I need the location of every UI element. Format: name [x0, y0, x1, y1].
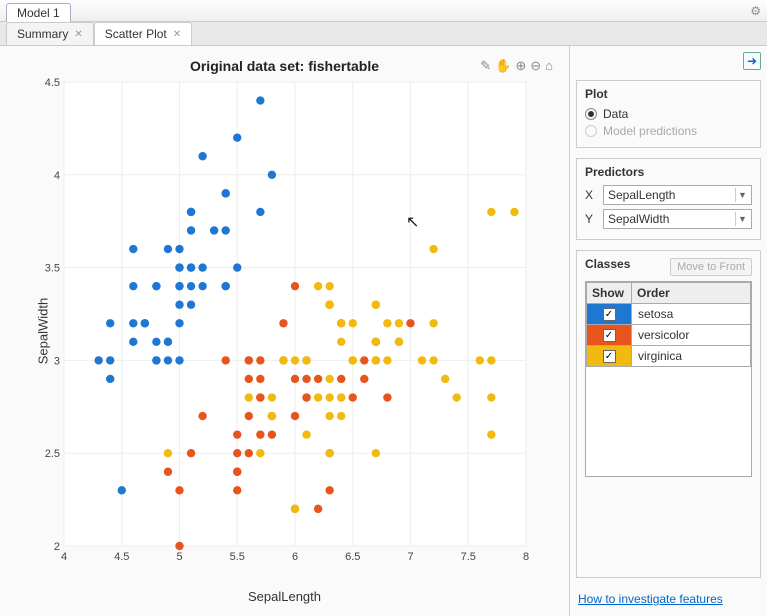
- checkbox[interactable]: ✓: [603, 329, 616, 342]
- y-predictor-row: Y SepalWidth ▼: [585, 209, 752, 229]
- tab-scatter-plot[interactable]: Scatter Plot ✕: [94, 22, 192, 45]
- tab-summary[interactable]: Summary ✕: [6, 22, 94, 45]
- home-icon[interactable]: ⌂: [545, 58, 553, 74]
- radio-label: Model predictions: [603, 124, 697, 138]
- y-select[interactable]: SepalWidth ▼: [603, 209, 752, 229]
- svg-text:6: 6: [292, 551, 298, 563]
- brush-icon[interactable]: ✎: [480, 58, 491, 74]
- svg-text:2.5: 2.5: [45, 448, 60, 460]
- classes-panel: Classes Move to Front Show Order ✓ setosa…: [576, 250, 761, 578]
- chart-toolbar: ✎ ✋ ⊕ ⊖ ⌂: [480, 58, 553, 74]
- svg-text:4: 4: [61, 551, 67, 563]
- classes-heading: Classes: [585, 257, 630, 271]
- zoom-in-icon[interactable]: ⊕: [515, 58, 526, 74]
- svg-text:4: 4: [54, 170, 60, 182]
- svg-text:4.5: 4.5: [114, 551, 129, 563]
- th-order: Order: [632, 283, 751, 304]
- svg-text:2: 2: [54, 541, 60, 553]
- tab-label: Summary: [17, 27, 68, 41]
- class-row[interactable]: ✓ setosa: [587, 304, 751, 325]
- predictors-heading: Predictors: [585, 165, 752, 179]
- x-predictor-row: X SepalLength ▼: [585, 185, 752, 205]
- svg-text:7: 7: [407, 551, 413, 563]
- side-top: ➜: [576, 52, 761, 70]
- select-value: SepalLength: [608, 188, 675, 202]
- select-value: SepalWidth: [608, 212, 669, 226]
- tab-label: Scatter Plot: [105, 27, 167, 41]
- side-panel: ➜ Plot Data Model predictions Predictors…: [569, 46, 767, 616]
- plot-options-panel: Plot Data Model predictions: [576, 80, 761, 148]
- class-name: virginica: [632, 346, 751, 367]
- close-icon[interactable]: ✕: [74, 29, 82, 40]
- radio-icon: [585, 108, 597, 120]
- title-bar: Model 1 ⚙: [0, 0, 767, 22]
- svg-text:5: 5: [176, 551, 182, 563]
- svg-text:5.5: 5.5: [230, 551, 245, 563]
- y-axis-label: SepalWidth: [36, 298, 51, 364]
- x-label: X: [585, 188, 597, 202]
- radio-model-predictions: Model predictions: [585, 124, 752, 138]
- close-icon[interactable]: ✕: [173, 29, 181, 40]
- checkbox[interactable]: ✓: [603, 350, 616, 363]
- radio-label: Data: [603, 107, 628, 121]
- svg-text:6.5: 6.5: [345, 551, 360, 563]
- x-select[interactable]: SepalLength ▼: [603, 185, 752, 205]
- x-axis-label: SepalLength: [248, 589, 321, 604]
- classes-head: Classes Move to Front: [585, 257, 752, 277]
- class-swatch: ✓: [587, 346, 631, 366]
- document-tab-bar: Summary ✕ Scatter Plot ✕: [0, 22, 767, 46]
- move-to-front-button: Move to Front: [670, 258, 752, 276]
- plot-panel: Original data set: fishertable ✎ ✋ ⊕ ⊖ ⌂…: [0, 46, 569, 616]
- class-row[interactable]: ✓ versicolor: [587, 325, 751, 346]
- content-area: Original data set: fishertable ✎ ✋ ⊕ ⊖ ⌂…: [0, 46, 767, 616]
- radio-icon: [585, 125, 597, 137]
- th-show: Show: [587, 283, 632, 304]
- model-tab[interactable]: Model 1: [6, 3, 71, 22]
- chevron-down-icon: ▼: [735, 188, 749, 202]
- plot-heading: Plot: [585, 87, 752, 101]
- y-label: Y: [585, 212, 597, 226]
- gear-icon[interactable]: ⚙: [750, 4, 761, 18]
- export-icon[interactable]: ➜: [743, 52, 761, 70]
- svg-text:4.5: 4.5: [45, 77, 60, 89]
- checkbox[interactable]: ✓: [603, 308, 616, 321]
- classes-list: Show Order ✓ setosa ✓ versicolor ✓ virginica: [585, 281, 752, 477]
- class-row[interactable]: ✓ virginica: [587, 346, 751, 367]
- predictors-panel: Predictors X SepalLength ▼ Y SepalWidth …: [576, 158, 761, 240]
- class-swatch: ✓: [587, 304, 631, 324]
- svg-text:8: 8: [523, 551, 529, 563]
- chevron-down-icon: ▼: [735, 212, 749, 226]
- zoom-out-icon[interactable]: ⊖: [530, 58, 541, 74]
- scatter-axes[interactable]: 4 4.5 5 5.5 6 6.5 7 7.5 8 2 2.5 3 3.5 4 4.5: [42, 76, 532, 576]
- svg-text:7.5: 7.5: [461, 551, 476, 563]
- how-to-link[interactable]: How to investigate features: [576, 588, 761, 610]
- classes-table: Show Order ✓ setosa ✓ versicolor ✓ virginica: [586, 282, 751, 367]
- radio-data[interactable]: Data: [585, 107, 752, 121]
- pan-icon[interactable]: ✋: [495, 58, 511, 74]
- app-window: Model 1 ⚙ Summary ✕ Scatter Plot ✕ Origi…: [0, 0, 767, 616]
- class-name: versicolor: [632, 325, 751, 346]
- svg-text:3.5: 3.5: [45, 263, 60, 275]
- chart-title-row: Original data set: fishertable: [8, 58, 561, 74]
- class-name: setosa: [632, 304, 751, 325]
- plot-box: Original data set: fishertable ✎ ✋ ⊕ ⊖ ⌂…: [8, 54, 561, 608]
- class-swatch: ✓: [587, 325, 631, 345]
- svg-text:3: 3: [54, 355, 60, 367]
- chart-title: Original data set: fishertable: [190, 58, 379, 74]
